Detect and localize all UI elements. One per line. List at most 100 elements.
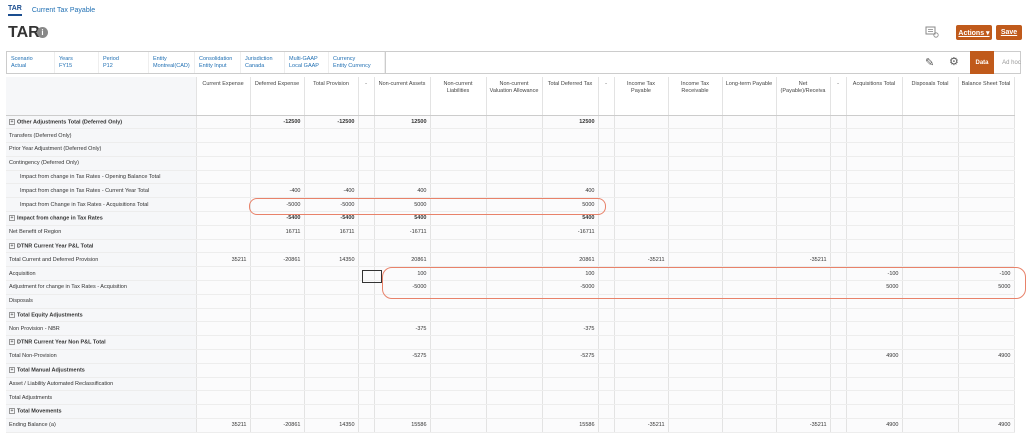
data-cell[interactable] [830, 280, 847, 295]
data-cell[interactable] [430, 280, 487, 295]
data-cell[interactable] [598, 197, 615, 213]
data-cell[interactable] [958, 390, 1015, 406]
data-cell[interactable] [614, 128, 669, 144]
data-cell[interactable] [598, 183, 615, 199]
data-cell[interactable] [598, 377, 615, 392]
column-header[interactable]: Balance Sheet Total [958, 77, 1015, 116]
column-header[interactable]: Income Tax Receivable [668, 77, 723, 116]
data-cell[interactable] [846, 197, 903, 213]
data-cell[interactable] [614, 239, 669, 254]
data-cell[interactable]: 400 [374, 183, 431, 199]
data-cell[interactable] [846, 183, 903, 199]
data-cell[interactable] [668, 335, 723, 351]
data-cell[interactable] [196, 390, 251, 406]
data-cell[interactable] [668, 197, 723, 213]
data-cell[interactable] [542, 308, 599, 323]
data-cell[interactable] [902, 363, 959, 378]
data-cell[interactable] [374, 363, 431, 378]
column-header[interactable]: Income Tax Payable [614, 77, 669, 116]
data-cell[interactable] [722, 308, 777, 323]
data-cell[interactable] [902, 418, 959, 433]
data-cell[interactable] [830, 377, 847, 392]
data-cell[interactable] [902, 128, 959, 144]
data-cell[interactable] [358, 308, 375, 323]
data-cell[interactable] [358, 225, 375, 240]
edit-pencil-icon[interactable]: ✎ [925, 56, 934, 69]
data-cell[interactable]: -400 [304, 183, 359, 199]
expand-toggle-icon[interactable]: + [9, 215, 15, 222]
column-header[interactable]: Total Provision [304, 77, 359, 116]
data-cell[interactable] [830, 363, 847, 378]
data-cell[interactable] [614, 266, 669, 282]
data-cell[interactable] [830, 170, 847, 185]
data-cell[interactable] [304, 308, 359, 323]
data-cell[interactable] [486, 211, 543, 226]
data-cell[interactable] [430, 321, 487, 337]
data-view-button[interactable]: Data [970, 51, 994, 74]
data-cell[interactable] [598, 418, 615, 433]
data-cell[interactable] [250, 390, 305, 406]
data-cell[interactable] [430, 377, 487, 392]
data-cell[interactable] [902, 142, 959, 157]
data-cell[interactable] [486, 321, 543, 337]
data-cell[interactable] [776, 156, 831, 171]
data-cell[interactable] [776, 349, 831, 364]
data-cell[interactable] [542, 335, 599, 351]
data-cell[interactable]: -35211 [776, 252, 831, 268]
data-cell[interactable] [958, 252, 1015, 268]
data-cell[interactable] [846, 156, 903, 171]
data-cell[interactable] [722, 252, 777, 268]
data-cell[interactable]: -20861 [250, 418, 305, 433]
data-cell[interactable]: -12500 [304, 115, 359, 130]
data-cell[interactable]: -20861 [250, 252, 305, 268]
expand-toggle-icon[interactable]: + [9, 242, 15, 249]
data-cell[interactable] [250, 294, 305, 309]
data-cell[interactable] [304, 349, 359, 364]
data-cell[interactable] [430, 170, 487, 185]
data-cell[interactable] [902, 183, 959, 199]
data-cell[interactable] [776, 280, 831, 295]
data-cell[interactable] [374, 377, 431, 392]
data-cell[interactable] [958, 142, 1015, 157]
data-cell[interactable] [430, 266, 487, 282]
data-cell[interactable] [958, 170, 1015, 185]
data-cell[interactable] [722, 349, 777, 364]
data-cell[interactable] [358, 280, 375, 295]
data-cell[interactable] [430, 225, 487, 240]
data-cell[interactable] [776, 294, 831, 309]
data-cell[interactable] [722, 128, 777, 144]
data-cell[interactable] [358, 170, 375, 185]
data-cell[interactable] [958, 239, 1015, 254]
data-cell[interactable] [668, 377, 723, 392]
data-cell[interactable] [196, 335, 251, 351]
data-cell[interactable] [958, 156, 1015, 171]
data-cell[interactable] [614, 183, 669, 199]
data-cell[interactable] [776, 170, 831, 185]
data-cell[interactable] [902, 252, 959, 268]
expand-toggle-icon[interactable]: + [9, 367, 15, 374]
data-cell[interactable] [486, 170, 543, 185]
data-cell[interactable] [486, 183, 543, 199]
data-cell[interactable] [430, 252, 487, 268]
data-cell[interactable] [902, 225, 959, 240]
data-cell[interactable]: 12500 [374, 115, 431, 130]
data-cell[interactable] [196, 308, 251, 323]
data-cell[interactable] [958, 335, 1015, 351]
data-cell[interactable] [830, 142, 847, 157]
data-cell[interactable] [196, 156, 251, 171]
data-cell[interactable] [486, 197, 543, 213]
data-cell[interactable] [250, 349, 305, 364]
data-cell[interactable]: -5000 [250, 197, 305, 213]
data-cell[interactable] [722, 197, 777, 213]
data-cell[interactable] [196, 115, 251, 130]
data-cell[interactable]: 5000 [846, 280, 903, 295]
data-cell[interactable] [196, 211, 251, 226]
data-cell[interactable] [958, 128, 1015, 144]
data-cell[interactable] [358, 183, 375, 199]
data-cell[interactable] [846, 211, 903, 226]
data-cell[interactable] [776, 335, 831, 351]
data-cell[interactable] [358, 404, 375, 420]
data-cell[interactable] [958, 308, 1015, 323]
data-cell[interactable] [430, 390, 487, 406]
data-cell[interactable] [250, 170, 305, 185]
